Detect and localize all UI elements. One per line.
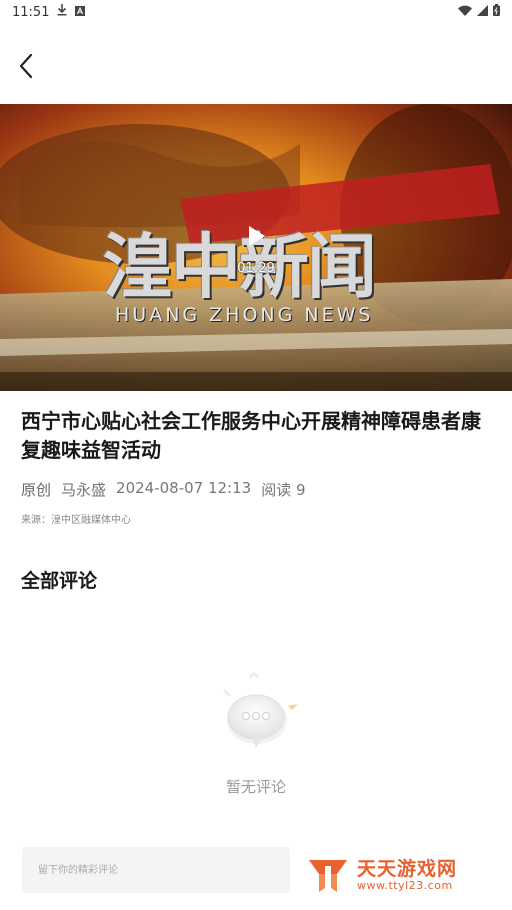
chevron-left-icon: [19, 53, 33, 79]
battery-icon: [493, 4, 500, 20]
comment-input[interactable]: [22, 847, 290, 893]
read-count: 阅读 9: [261, 481, 306, 499]
watermark-main: 天天游戏网: [357, 857, 458, 880]
article-title: 西宁市心贴心社会工作服务中心开展精神障碍患者康复趣味益智活动: [21, 409, 481, 462]
watermark-text: 天天游戏网 www.ttyl23.com: [357, 857, 458, 893]
status-right: [458, 4, 500, 20]
site-watermark: 天天游戏网 www.ttyl23.com: [305, 856, 457, 896]
empty-comments-text: 暂无评论: [225, 778, 286, 796]
download-icon: [57, 4, 67, 20]
status-bar: 11:51: [0, 0, 512, 24]
publish-datetime: 2024-08-07 12:13: [116, 479, 252, 497]
video-banner-subtitle: HUANG ZHONG NEWS: [115, 304, 374, 326]
wifi-icon: [458, 5, 472, 20]
video-player[interactable]: 湟中新闻 HUANG ZHONG NEWS 01:29: [0, 104, 512, 391]
comments-heading: 全部评论: [21, 570, 98, 592]
article-meta: 原创 马永盛 2024-08-07 12:13 阅读 9: [21, 479, 306, 500]
comment-bubble-icon: [212, 660, 308, 756]
watermark-url: www.ttyl23.com: [357, 879, 453, 893]
author-name: 马永盛: [61, 481, 107, 499]
video-duration: 01:29: [237, 261, 275, 276]
notification-a-icon: [75, 5, 86, 20]
play-icon: [249, 226, 265, 246]
signal-icon: [477, 4, 488, 20]
original-tag: 原创: [21, 481, 52, 499]
status-left: 11:51: [12, 4, 86, 20]
play-button[interactable]: [244, 224, 268, 248]
article-source: 来源：湟中区融媒体中心: [21, 515, 131, 526]
site-logo-icon: [309, 860, 347, 892]
back-button[interactable]: [10, 50, 42, 82]
status-time: 11:51: [12, 4, 50, 20]
top-bar: [0, 24, 512, 104]
